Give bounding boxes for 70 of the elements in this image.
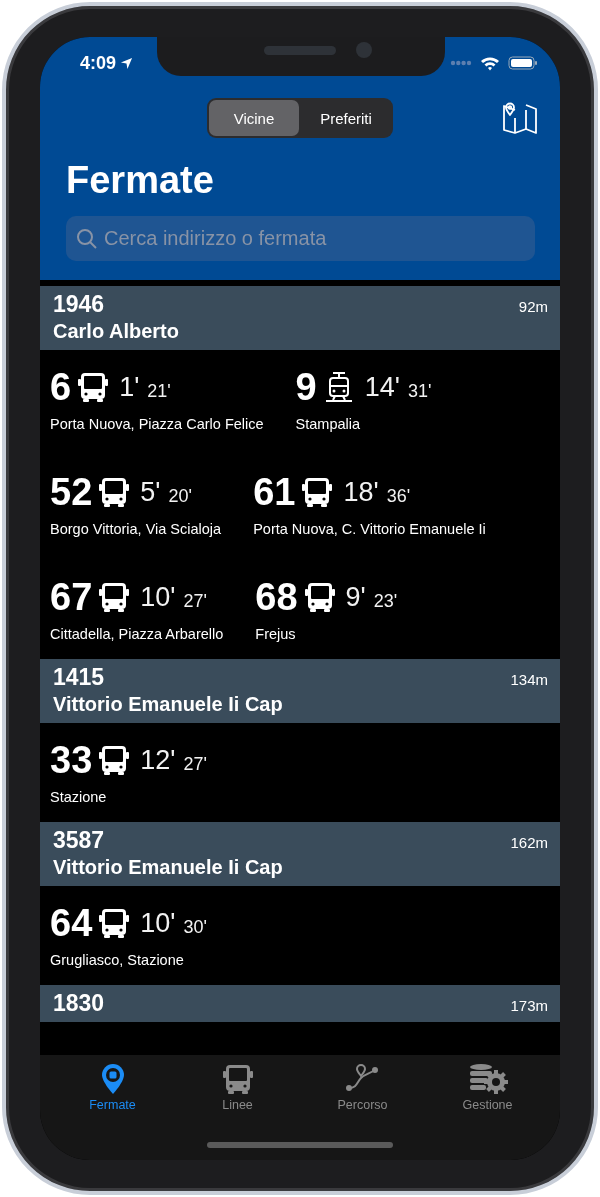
following-arrival: 27'	[183, 590, 207, 612]
stop-distance: 134m	[510, 671, 548, 688]
bus-icon	[98, 907, 131, 939]
stop-name: Vittorio Emanuele Ii Cap	[53, 692, 284, 717]
stop-name: Vittorio Emanuele Ii Cap	[53, 855, 284, 880]
stop-distance: 173m	[510, 997, 548, 1014]
tab-bar-item[interactable]: Linee	[187, 1063, 288, 1112]
database-gear-icon	[467, 1063, 508, 1095]
bus-icon	[220, 1063, 255, 1095]
stop-distance: 162m	[510, 834, 548, 851]
bus-icon	[98, 581, 131, 613]
speaker-grille	[264, 46, 336, 55]
following-arrival: 27'	[183, 753, 207, 775]
line-number[interactable]: 9	[295, 365, 317, 409]
line-number[interactable]: 6	[50, 365, 72, 409]
search-field[interactable]: Cerca indirizzo o fermata	[66, 216, 535, 261]
destination: Stampalia	[295, 415, 362, 433]
stop-code: 1830	[53, 989, 105, 1017]
front-camera	[356, 42, 372, 58]
next-arrival: 9'	[345, 581, 366, 613]
bus-stop-pin-icon	[100, 1063, 125, 1095]
following-arrival: 30'	[183, 916, 207, 938]
search-icon	[76, 228, 98, 250]
bus-icon	[98, 744, 131, 776]
bus-icon	[301, 476, 334, 508]
map-icon[interactable]	[503, 102, 537, 134]
line-number[interactable]: 68	[255, 575, 298, 619]
next-arrival: 5'	[140, 476, 161, 508]
stop-code: 3587	[53, 826, 105, 854]
stop-code: 1946	[53, 290, 105, 318]
destination: Frejus	[255, 625, 297, 643]
destination: Grugliasco, Stazione	[50, 951, 185, 969]
following-arrival: 23'	[373, 590, 398, 612]
destination: Porta Nuova, C. Vittorio Emanuele Ii	[253, 520, 486, 538]
tab-bar-item[interactable]: Fermate	[62, 1063, 163, 1112]
next-arrival: 10'	[140, 907, 176, 939]
tab-bar-item[interactable]: Percorso	[312, 1063, 413, 1112]
following-arrival: 36'	[386, 485, 411, 507]
destination: Borgo Vittoria, Via Scialoja	[50, 520, 222, 538]
stop-code: 1415	[53, 663, 105, 691]
next-arrival: 1'	[119, 371, 140, 403]
status-time: 4:09	[80, 52, 117, 74]
wifi-icon	[480, 55, 500, 71]
bus-icon	[98, 476, 131, 508]
next-arrival: 14'	[364, 371, 400, 403]
line-number[interactable]: 61	[253, 470, 296, 514]
tab-bar-item[interactable]: Gestione	[437, 1063, 538, 1112]
battery-icon	[508, 56, 538, 70]
line-number[interactable]: 33	[50, 738, 93, 782]
bus-icon	[303, 581, 336, 613]
bus-icon	[77, 371, 110, 403]
next-arrival: 18'	[343, 476, 379, 508]
location-arrow-icon	[120, 56, 134, 70]
line-number[interactable]: 64	[50, 901, 93, 945]
page-title: Fermate	[66, 158, 215, 202]
next-arrival: 10'	[140, 581, 176, 613]
stop-name: Carlo Alberto	[53, 319, 180, 344]
destination: Cittadella, Piazza Arbarello	[50, 625, 224, 643]
following-arrival: 21'	[147, 380, 171, 402]
line-number[interactable]: 52	[50, 470, 93, 514]
following-arrival: 31'	[407, 380, 432, 402]
next-arrival: 12'	[140, 744, 176, 776]
segment-tab[interactable]: Vicine	[209, 100, 299, 136]
segment-tab[interactable]: Preferiti	[301, 100, 391, 136]
stop-distance: 92m	[518, 298, 548, 315]
destination: Porta Nuova, Piazza Carlo Felice	[50, 415, 264, 433]
signal-icon	[450, 60, 472, 66]
destination: Stazione	[50, 788, 108, 806]
line-number[interactable]: 67	[50, 575, 93, 619]
following-arrival: 20'	[168, 485, 192, 507]
